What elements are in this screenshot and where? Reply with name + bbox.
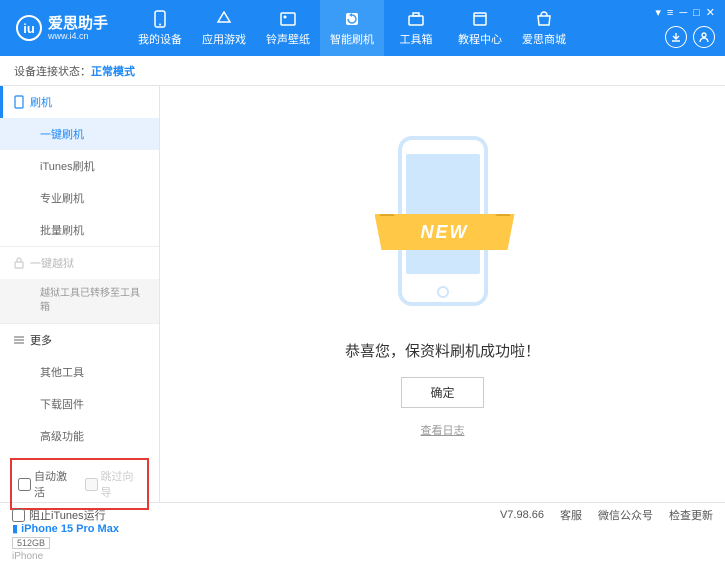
sidebar: 刷机 一键刷机 iTunes刷机 专业刷机 批量刷机 一键越狱 越狱工具已转移至… [0, 86, 160, 502]
sidebar-item-itunes[interactable]: iTunes刷机 [0, 150, 159, 182]
main-content: NEW 恭喜您，保资料刷机成功啦！ 确定 查看日志 [160, 86, 725, 502]
image-icon [279, 10, 297, 28]
toolbox-icon [407, 10, 425, 28]
auto-activate-checkbox[interactable]: 自动激活 [18, 468, 75, 500]
device-icon: ▮ [12, 523, 18, 535]
user-button[interactable] [693, 26, 715, 48]
nav-toolbox[interactable]: 工具箱 [384, 0, 448, 56]
sidebar-item-batch[interactable]: 批量刷机 [0, 214, 159, 246]
skip-setup-checkbox[interactable]: 跳过向导 [85, 468, 142, 500]
nav-tutorials[interactable]: 教程中心 [448, 0, 512, 56]
app-title: 爱思助手 [48, 16, 108, 31]
sidebar-more-header[interactable]: 更多 [0, 324, 159, 356]
status-label: 设备连接状态： [14, 63, 91, 79]
window-controls: ▾ ≡ ─ □ ✕ [655, 6, 715, 19]
sidebar-flash-header[interactable]: 刷机 [0, 86, 159, 118]
app-subtitle: www.i4.cn [48, 31, 108, 41]
nav-my-device[interactable]: 我的设备 [128, 0, 192, 56]
shop-icon [535, 10, 553, 28]
block-itunes-checkbox[interactable]: 阻止iTunes运行 [12, 507, 106, 523]
phone-illustration: NEW [383, 126, 503, 316]
menu-icon[interactable]: ▾ [655, 6, 661, 19]
footer-wechat[interactable]: 微信公众号 [598, 507, 653, 523]
lock-icon [14, 257, 24, 269]
logo: iu 爱思助手 www.i4.cn [10, 15, 108, 41]
phone-small-icon [14, 95, 24, 109]
device-info: ▮ iPhone 15 Pro Max 512GB iPhone [0, 516, 159, 568]
close-icon[interactable]: ✕ [706, 6, 715, 19]
maximize-icon[interactable]: □ [693, 7, 700, 19]
activation-options: 自动激活 跳过向导 [10, 458, 149, 510]
nav-flash[interactable]: 智能刷机 [320, 0, 384, 56]
sidebar-item-download-fw[interactable]: 下载固件 [0, 388, 159, 420]
minimize-icon[interactable]: ─ [679, 7, 687, 19]
status-bar: 设备连接状态： 正常模式 [0, 56, 725, 86]
phone-icon [151, 10, 169, 28]
sidebar-item-pro[interactable]: 专业刷机 [0, 182, 159, 214]
nav-apps[interactable]: 应用游戏 [192, 0, 256, 56]
book-icon [471, 10, 489, 28]
nav-shop[interactable]: 爱思商城 [512, 0, 576, 56]
sidebar-item-othertools[interactable]: 其他工具 [0, 356, 159, 388]
view-log-link[interactable]: 查看日志 [421, 422, 465, 438]
refresh-icon [343, 10, 361, 28]
footer-support[interactable]: 客服 [560, 507, 582, 523]
ok-button[interactable]: 确定 [401, 377, 483, 408]
device-storage: 512GB [12, 537, 50, 549]
top-nav: 我的设备 应用游戏 铃声壁纸 智能刷机 工具箱 教程中心 爱思商城 [128, 0, 576, 56]
settings-icon[interactable]: ≡ [667, 7, 673, 19]
new-banner: NEW [375, 214, 515, 250]
app-header: iu 爱思助手 www.i4.cn 我的设备 应用游戏 铃声壁纸 智能刷机 工具… [0, 0, 725, 56]
status-mode: 正常模式 [91, 63, 135, 79]
sidebar-jailbreak-header: 一键越狱 [0, 247, 159, 279]
version-label: V7.98.66 [500, 509, 544, 521]
success-message: 恭喜您，保资料刷机成功啦！ [345, 340, 540, 361]
device-name[interactable]: iPhone 15 Pro Max [21, 523, 119, 535]
logo-icon: iu [16, 15, 42, 41]
apps-icon [215, 10, 233, 28]
sidebar-item-onekey[interactable]: 一键刷机 [0, 118, 159, 150]
list-icon [14, 335, 24, 345]
device-type: iPhone [12, 551, 147, 562]
footer-update[interactable]: 检查更新 [669, 507, 713, 523]
nav-ringtones[interactable]: 铃声壁纸 [256, 0, 320, 56]
sidebar-item-advanced[interactable]: 高级功能 [0, 420, 159, 452]
sidebar-jailbreak-note: 越狱工具已转移至工具箱 [0, 279, 159, 323]
download-button[interactable] [665, 26, 687, 48]
